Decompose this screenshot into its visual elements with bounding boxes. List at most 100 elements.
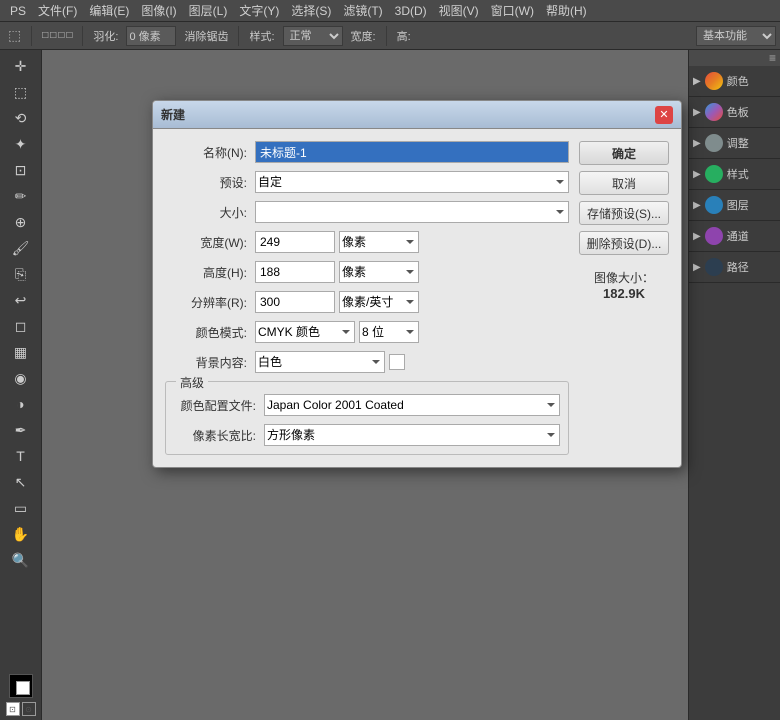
menu-text[interactable]: 文字(Y) (233, 2, 285, 19)
left-toolbar: ✛ ⬚ ⟲ ✦ ⊡ ✏ ⊕ 🖌 ⎘ ↩ ◻ ▦ ◉ ◑ ✒ T ↖ ▭ ✋ 🔍 … (0, 50, 42, 720)
panel-adjust[interactable]: ▶ 调整 (689, 128, 780, 159)
heal-tool[interactable]: ⊕ (6, 210, 36, 234)
move-tool[interactable]: ✛ (6, 54, 36, 78)
feather-input[interactable] (126, 26, 176, 46)
panel-layer[interactable]: ▶ 图层 (689, 190, 780, 221)
lasso-tool[interactable]: ⟲ (6, 106, 36, 130)
resolution-row: 分辨率(R): 像素/英寸 (165, 291, 569, 313)
size-select[interactable] (255, 201, 569, 223)
antialias-label: 消除锯齿 (180, 26, 232, 46)
panel-style[interactable]: ▶ 样式 (689, 159, 780, 190)
toolbar-separator-1 (31, 26, 32, 46)
text-tool[interactable]: T (6, 444, 36, 468)
size-label: 大小: (165, 204, 255, 221)
menu-filter[interactable]: 滤镜(T) (337, 2, 388, 19)
width-row: 宽度(W): 像素 (165, 231, 569, 253)
path-panel-label: 路径 (727, 259, 749, 275)
color-depth-select[interactable]: 8 位 (359, 321, 419, 343)
dialog-titlebar[interactable]: 新建 ✕ (153, 101, 681, 129)
panel-channel[interactable]: ▶ 通道 (689, 221, 780, 252)
pen-tool[interactable]: ✒ (6, 418, 36, 442)
pixel-aspect-row: 像素长宽比: 方形像素 (174, 424, 560, 446)
workspace-select[interactable]: 基本功能 (696, 26, 776, 46)
menu-layer[interactable]: 图层(L) (183, 2, 234, 19)
delete-preset-button[interactable]: 删除预设(D)... (579, 231, 669, 255)
eyedropper-tool[interactable]: ✏ (6, 184, 36, 208)
pixel-aspect-select[interactable]: 方形像素 (264, 424, 560, 446)
style-select[interactable]: 正常 (283, 26, 343, 46)
menu-file[interactable]: 文件(F) (32, 2, 83, 19)
color-icon (705, 72, 723, 90)
layer-panel-label: 图层 (727, 197, 749, 213)
preset-label: 预设: (165, 174, 255, 191)
height-input[interactable] (255, 261, 335, 283)
height-label: 高: (393, 26, 415, 46)
shape-tool[interactable]: ▭ (6, 496, 36, 520)
blur-tool[interactable]: ◉ (6, 366, 36, 390)
menu-3d[interactable]: 3D(D) (389, 4, 433, 18)
color-profile-select[interactable]: Japan Color 2001 Coated (264, 394, 560, 416)
background-row: 背景内容: 白色 (165, 351, 569, 373)
style-icon (705, 165, 723, 183)
background-color-swatch[interactable] (389, 354, 405, 370)
color-mode-label: 颜色模式: (165, 324, 255, 341)
ok-button[interactable]: 确定 (579, 141, 669, 165)
height-label: 高度(H): (165, 264, 255, 281)
right-panel-header: ≡ (689, 50, 780, 66)
dialog-close-button[interactable]: ✕ (655, 106, 673, 124)
panel-swatch[interactable]: ▶ 色板 (689, 97, 780, 128)
brush-tool[interactable]: 🖌 (6, 236, 36, 260)
menu-help[interactable]: 帮助(H) (540, 2, 593, 19)
height-row: 高度(H): 像素 (165, 261, 569, 283)
toolbar-separator-4 (386, 26, 387, 46)
cancel-button[interactable]: 取消 (579, 171, 669, 195)
menu-image[interactable]: 图像(I) (135, 2, 182, 19)
dialog-form: 名称(N): 预设: 自定 大小: (165, 141, 569, 455)
clone-tool[interactable]: ⎘ (6, 262, 36, 286)
channel-icon (705, 227, 723, 245)
select-tool[interactable]: ⬚ (6, 80, 36, 104)
path-select-tool[interactable]: ↖ (6, 470, 36, 494)
image-size-label: 图像大小： (579, 269, 669, 286)
color-mode-row: 颜色模式: CMYK 颜色 8 位 (165, 321, 569, 343)
width-unit-select[interactable]: 像素 (339, 231, 419, 253)
resolution-input[interactable] (255, 291, 335, 313)
panel-color[interactable]: ▶ 颜色 (689, 66, 780, 97)
dialog-buttons: 确定 取消 存储预设(S)... 删除预设(D)... 图像大小： 182.9K (579, 141, 669, 455)
background-select[interactable]: 白色 (255, 351, 385, 373)
advanced-group: 高级 颜色配置文件: Japan Color 2001 Coated 像素长宽比… (165, 381, 569, 455)
resolution-label: 分辨率(R): (165, 294, 255, 311)
magic-wand-tool[interactable]: ✦ (6, 132, 36, 156)
tool-shape[interactable]: ⬚ (4, 25, 25, 46)
crop-tool[interactable]: ⊡ (6, 158, 36, 182)
hand-tool[interactable]: ✋ (6, 522, 36, 546)
color-mode-select[interactable]: CMYK 颜色 (255, 321, 355, 343)
toolbar-separator-2 (82, 26, 83, 46)
menu-view[interactable]: 视图(V) (433, 2, 485, 19)
panel-path[interactable]: ▶ 路径 (689, 252, 780, 283)
toolbar-separator-3 (238, 26, 239, 46)
zoom-tool[interactable]: 🔍 (6, 548, 36, 572)
layer-icon (705, 196, 723, 214)
height-unit-select[interactable]: 像素 (339, 261, 419, 283)
resolution-unit-select[interactable]: 像素/英寸 (339, 291, 419, 313)
adjust-icon (705, 134, 723, 152)
tool-rect[interactable]: □ □ □ □ (38, 28, 76, 43)
dodge-tool[interactable]: ◑ (6, 392, 36, 416)
save-preset-button[interactable]: 存储预设(S)... (579, 201, 669, 225)
eraser-tool[interactable]: ◻ (6, 314, 36, 338)
image-size-info: 图像大小： 182.9K (579, 269, 669, 301)
menu-select[interactable]: 选择(S) (285, 2, 337, 19)
path-icon (705, 258, 723, 276)
menu-window[interactable]: 窗口(W) (485, 2, 540, 19)
width-input[interactable] (255, 231, 335, 253)
menu-edit[interactable]: 编辑(E) (83, 2, 135, 19)
channel-panel-label: 通道 (727, 228, 749, 244)
preset-select[interactable]: 自定 (255, 171, 569, 193)
history-brush-tool[interactable]: ↩ (6, 288, 36, 312)
adjust-panel-label: 调整 (727, 135, 749, 151)
menu-ps[interactable]: PS (4, 4, 32, 18)
style-label: 样式: (245, 26, 278, 46)
name-input[interactable] (255, 141, 569, 163)
gradient-tool[interactable]: ▦ (6, 340, 36, 364)
